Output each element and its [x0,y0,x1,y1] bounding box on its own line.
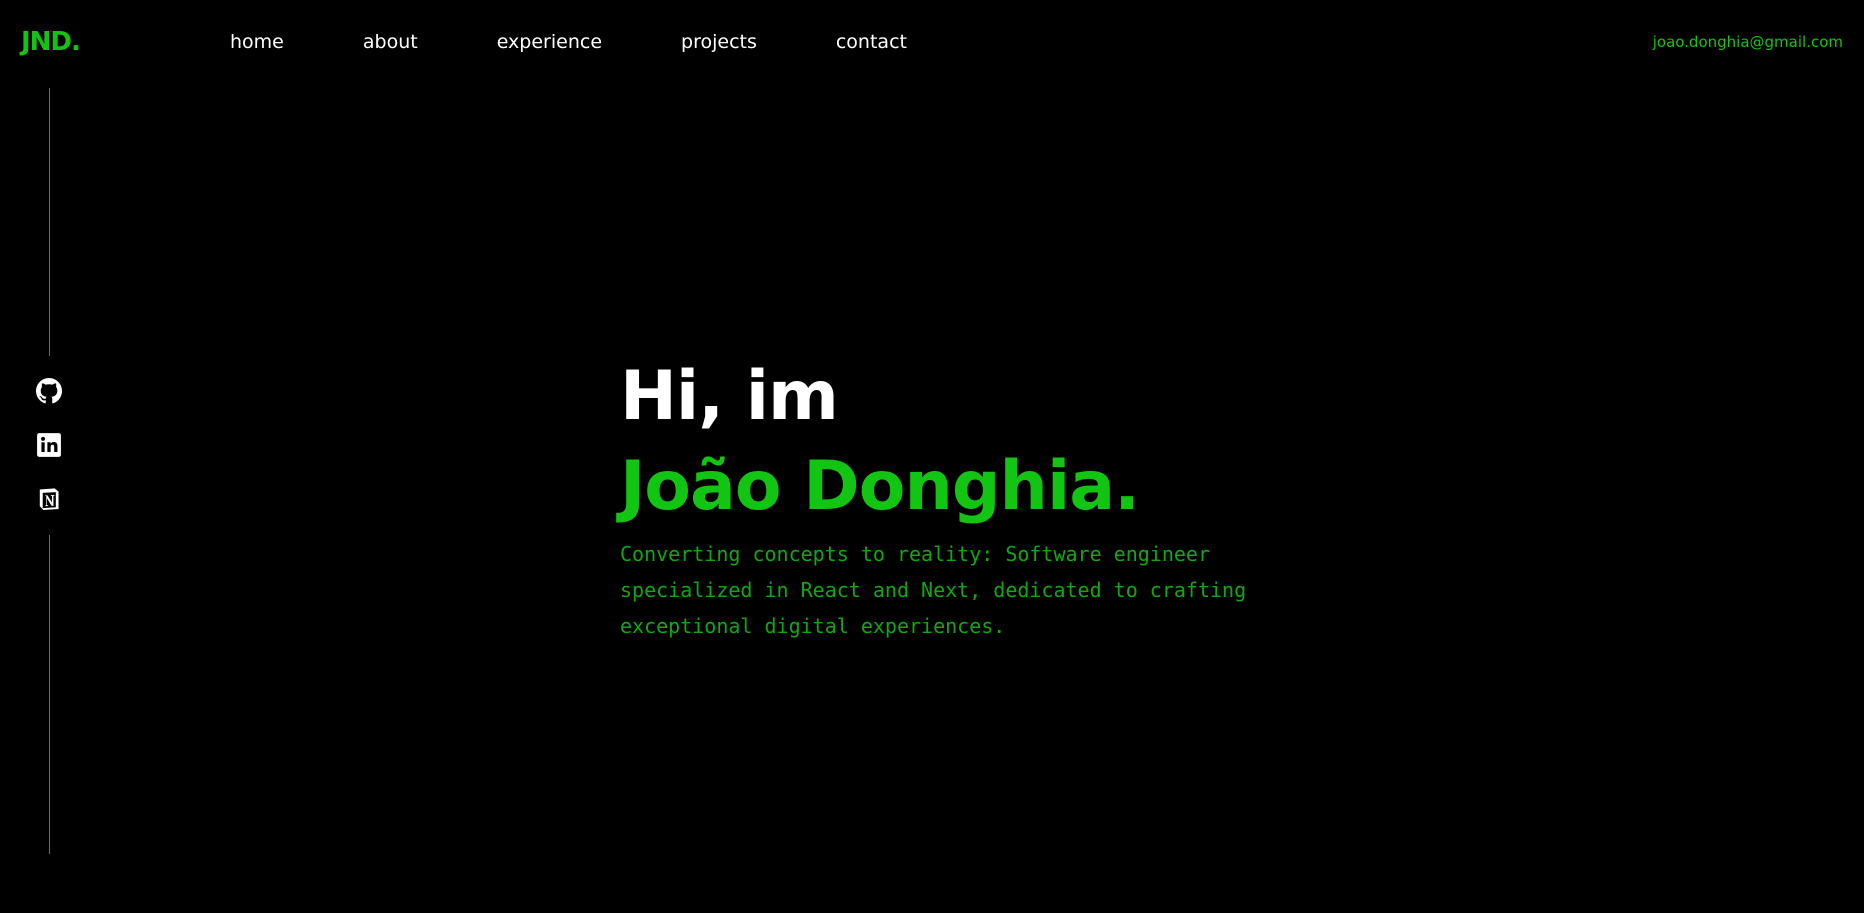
hero-section: Hi, im João Donghia. Converting concepts… [620,352,1320,644]
social-rail-bottom-line [49,535,50,854]
notion-link[interactable] [36,486,62,512]
nav-projects[interactable]: projects [681,24,757,60]
github-link[interactable] [36,378,62,404]
logo-link[interactable]: JND. [21,24,81,60]
main-nav: home about experience projects contact [230,24,986,60]
nav-experience[interactable]: experience [497,24,602,60]
hero-tagline: Converting concepts to reality: Software… [620,542,1247,638]
email-link[interactable]: joao.donghia@gmail.com [1653,24,1843,60]
nav-home[interactable]: home [230,24,284,60]
github-icon [36,378,62,404]
linkedin-icon [36,432,62,458]
hero-name: João Donghia. [620,447,1140,526]
social-rail-top-line [49,88,50,356]
linkedin-link[interactable] [36,432,62,458]
nav-about[interactable]: about [363,24,418,60]
nav-contact[interactable]: contact [836,24,907,60]
hero-greeting: Hi, im [620,357,839,436]
notion-icon [36,486,62,512]
